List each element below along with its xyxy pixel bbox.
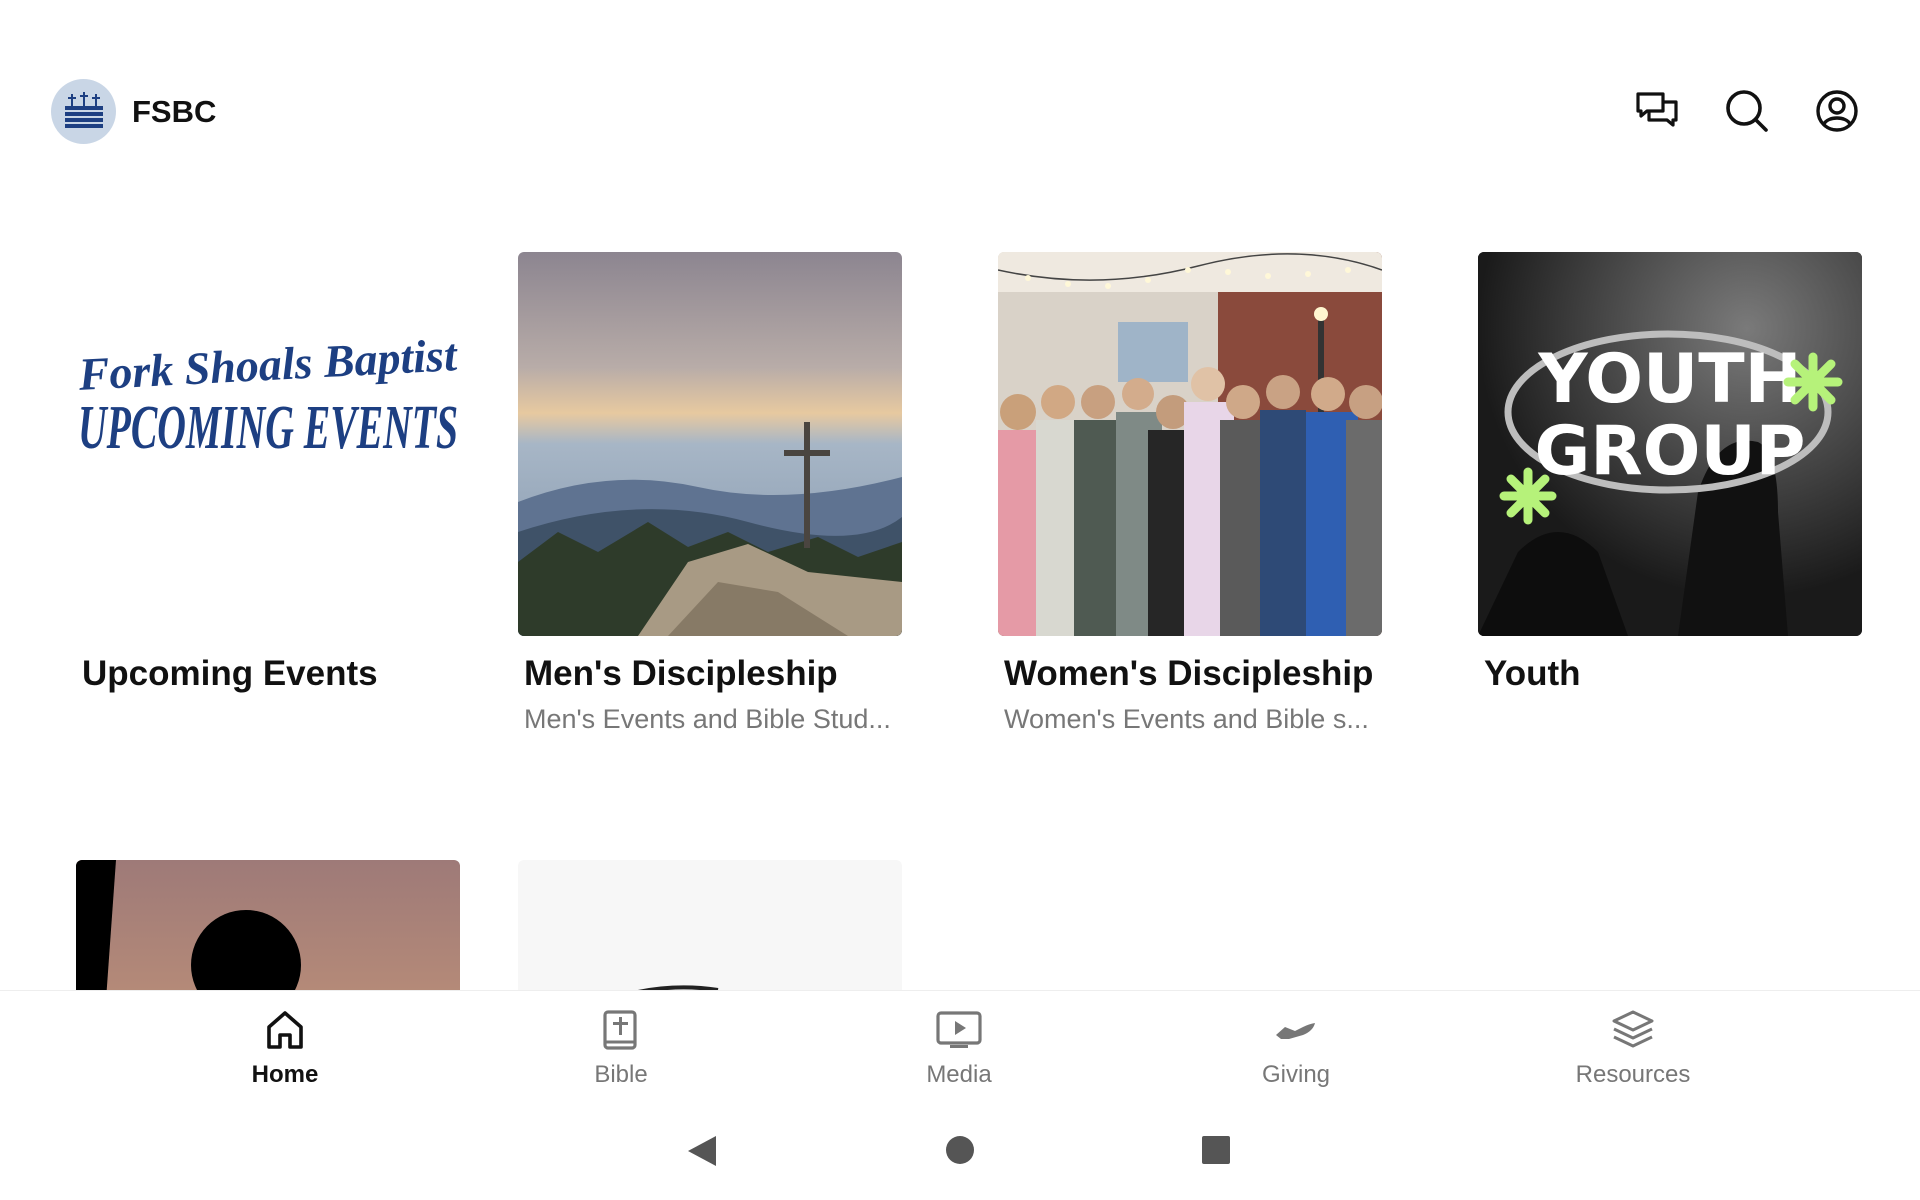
nav-giving-label: Giving [1261, 1061, 1331, 1088]
home-circle-icon[interactable] [944, 1134, 976, 1171]
card-title: Upcoming Events [82, 654, 378, 693]
nav-home-label: Home [251, 1061, 319, 1088]
giving-icon [1276, 1023, 1315, 1039]
card-image: Fork Shoals Baptist UPCOMING EVENTS [76, 252, 460, 636]
nav-resources-label: Resources [1575, 1061, 1691, 1088]
nav-home[interactable]: Home [185, 1009, 385, 1089]
bottom-nav: Home Bible Media Giving Resources [0, 990, 1920, 1100]
card-image: YOUTH GROUP [1478, 252, 1862, 636]
card-image [518, 860, 902, 990]
youth-text-line1: YOUTH [1537, 340, 1801, 419]
card-subtitle: Men's Events and Bible Stud... [524, 704, 891, 734]
back-icon[interactable] [686, 1134, 718, 1173]
card-title: Men's Discipleship [524, 654, 838, 693]
nav-bible-label: Bible [594, 1061, 648, 1088]
system-nav-bar [0, 1100, 1920, 1200]
card-youth[interactable]: YOUTH GROUP Youth [1478, 252, 1862, 693]
card-title: Youth [1484, 654, 1581, 693]
card-partial-1[interactable] [76, 860, 460, 990]
card-image [518, 252, 902, 636]
nav-giving[interactable]: Giving [1196, 1009, 1396, 1089]
nav-bible[interactable]: Bible [521, 1009, 721, 1089]
card-mens-discipleship[interactable]: Men's Discipleship Men's Events and Bibl… [518, 252, 902, 734]
card-image [76, 860, 460, 990]
card-image-line1: Fork Shoals Baptist [76, 329, 459, 400]
card-title: Women's Discipleship [1004, 654, 1374, 693]
nav-media-label: Media [926, 1061, 992, 1088]
card-womens-discipleship[interactable]: Women's Discipleship Women's Events and … [998, 252, 1382, 734]
nav-resources[interactable]: Resources [1533, 1009, 1733, 1089]
card-image [998, 252, 1382, 636]
card-partial-2[interactable] [518, 860, 902, 990]
recents-icon[interactable] [1200, 1134, 1232, 1171]
nav-media[interactable]: Media [859, 1009, 1059, 1089]
youth-text-line2: GROUP [1534, 412, 1805, 491]
resources-icon [1612, 1010, 1654, 1048]
card-image-line2: UPCOMING EVENTS [78, 394, 458, 462]
home-icon [267, 1011, 303, 1049]
media-icon [936, 1011, 982, 1048]
card-subtitle: Women's Events and Bible s... [1004, 704, 1369, 734]
bible-icon [603, 1010, 637, 1050]
card-upcoming-events[interactable]: Fork Shoals Baptist UPCOMING EVENTS Upco… [76, 252, 460, 693]
app-screen: FSBC Fork Shoals Baptist UPCOMING EVENTS… [0, 0, 1920, 1200]
content-grid: Fork Shoals Baptist UPCOMING EVENTS Upco… [0, 0, 1920, 990]
